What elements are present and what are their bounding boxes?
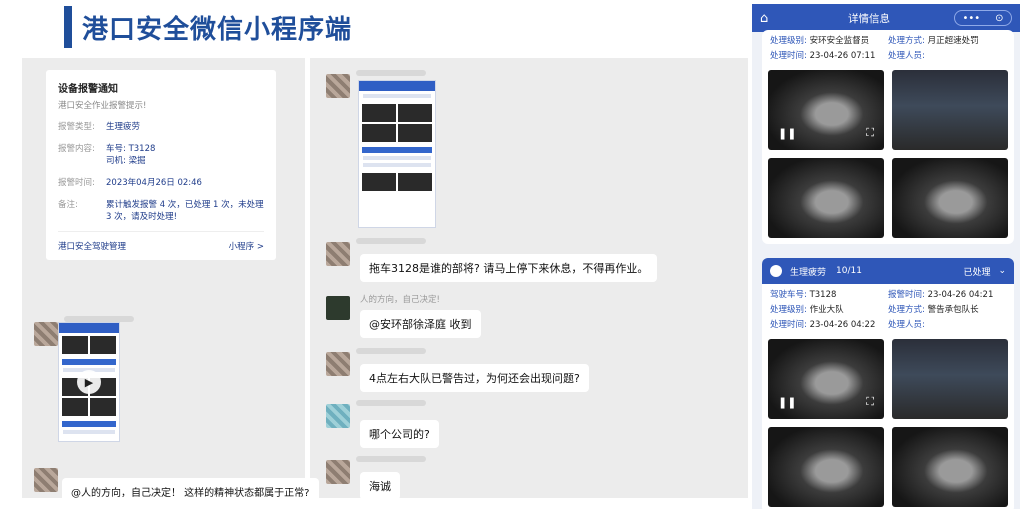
title-accent-bar <box>64 6 72 48</box>
video-player[interactable] <box>768 158 884 238</box>
sender-signature: 人的方向，自己决定! <box>360 295 440 305</box>
chevron-down-icon[interactable]: ⌄ <box>998 266 1006 276</box>
close-icon[interactable]: ⊙ <box>995 13 1003 24</box>
pause-icon[interactable]: ❚❚ <box>778 396 796 409</box>
alarm-status-header[interactable]: 生理疲劳 10/11 已处理 ⌄ <box>762 258 1014 284</box>
notice-subtitle: 港口安全作业报警提示! <box>58 101 147 111</box>
avatar[interactable] <box>326 242 350 266</box>
page-title: 港口安全微信小程序端 <box>82 14 353 45</box>
pause-icon[interactable]: ❚❚ <box>778 127 796 140</box>
detail-page-title: 详情信息 <box>848 12 890 25</box>
alarm-detail-card: 生理疲劳 10/11 已处理 ⌄ 驾驶车号: T3128 报警时间: 23-04… <box>762 258 1014 509</box>
capsule-menu[interactable]: ••• ⊙ <box>954 10 1012 26</box>
avatar[interactable] <box>326 296 350 320</box>
sender-name <box>356 456 426 462</box>
video-player[interactable] <box>892 427 1008 507</box>
status-badge: 已处理 <box>963 267 991 278</box>
notice-row-time: 报警时间: 2023年04月26日 02:46 <box>58 178 202 188</box>
video-player[interactable] <box>768 427 884 507</box>
page-header: 港口安全微信小程序端 <box>64 6 352 48</box>
play-icon[interactable]: ▶ <box>77 370 101 394</box>
mini-program-link[interactable]: 小程序 > <box>229 240 264 252</box>
alarm-meta: 处理级别: 安环安全监督员 处理方式: 月正超速处罚 处理时间: 23-04-2… <box>770 36 979 61</box>
notice-row-content: 报警内容: 车号: T3128 司机: 梁掘 <box>58 144 156 166</box>
more-icon[interactable]: ••• <box>962 13 980 24</box>
video-grid: ❚❚ ⛶ <box>762 333 1014 509</box>
sender-name <box>356 70 426 76</box>
avatar[interactable] <box>34 322 58 346</box>
chat-message[interactable]: @安环部徐泽庭 收到 <box>360 310 481 338</box>
notice-row-type: 报警类型: 生理疲劳 <box>58 122 141 132</box>
sender-name <box>356 238 426 244</box>
home-icon[interactable]: ⌂ <box>760 11 784 26</box>
chat-message[interactable]: 拖车3128是谁的部将? 请马上停下来休息，不得再作业。 <box>360 254 658 282</box>
avatar[interactable] <box>326 352 350 376</box>
alarm-detail-card: 处理级别: 安环安全监督员 处理方式: 月正超速处罚 处理时间: 23-04-2… <box>762 30 1014 244</box>
video-player[interactable]: ❚❚ ⛶ <box>768 70 884 150</box>
alarm-type: 生理疲劳 <box>790 267 827 278</box>
video-player[interactable] <box>892 339 1008 419</box>
chat-message[interactable]: 哪个公司的? <box>360 420 439 448</box>
avatar[interactable] <box>326 460 350 484</box>
phone-screenshot-thumbnail[interactable]: ▶ <box>58 322 120 442</box>
mini-program-phone-screen: ⌂ 详情信息 ••• ⊙ 处理级别: 安环安全监督员 处理方式: 月正超速处罚 … <box>752 4 1020 509</box>
video-player[interactable] <box>892 158 1008 238</box>
avatar[interactable] <box>326 74 350 98</box>
video-player[interactable] <box>892 70 1008 150</box>
alarm-count: 10/11 <box>836 266 862 276</box>
status-dot-icon <box>770 265 782 277</box>
sender-name <box>356 400 426 406</box>
sender-name <box>356 348 426 354</box>
alarm-meta: 驾驶车号: T3128 报警时间: 23-04-26 04:21 处理级别: 作… <box>770 290 994 330</box>
phone-screenshot-thumbnail[interactable] <box>358 80 436 228</box>
chat-message[interactable]: 4点左右大队已警告过，为何还会出现问题? <box>360 364 589 392</box>
video-grid: ❚❚ ⛶ <box>762 64 1014 244</box>
avatar[interactable] <box>326 404 350 428</box>
video-player[interactable]: ❚❚ ⛶ <box>768 339 884 419</box>
notice-footer[interactable]: 港口安全驾驶管理 小程序 > <box>58 231 264 252</box>
fullscreen-icon[interactable]: ⛶ <box>866 126 874 140</box>
notice-row-remark: 备注: 累计触发报警 4 次，已处理 1 次，未处理 3 次，请及时处理! <box>58 200 264 222</box>
avatar[interactable] <box>34 468 58 492</box>
phone-navbar: ⌂ 详情信息 ••• ⊙ <box>752 4 1020 32</box>
alarm-notice-card[interactable]: 设备报警通知 港口安全作业报警提示! 报警类型: 生理疲劳 报警内容: 车号: … <box>46 70 276 260</box>
fullscreen-icon[interactable]: ⛶ <box>866 395 874 409</box>
notice-footer-app-name: 港口安全驾驶管理 <box>58 242 127 252</box>
chat-message[interactable]: 海诚 <box>360 472 400 500</box>
chat-message[interactable]: @人的方向，自己决定！ 这样的精神状态都属于正常? <box>62 478 319 505</box>
notice-title: 设备报警通知 <box>58 84 118 95</box>
